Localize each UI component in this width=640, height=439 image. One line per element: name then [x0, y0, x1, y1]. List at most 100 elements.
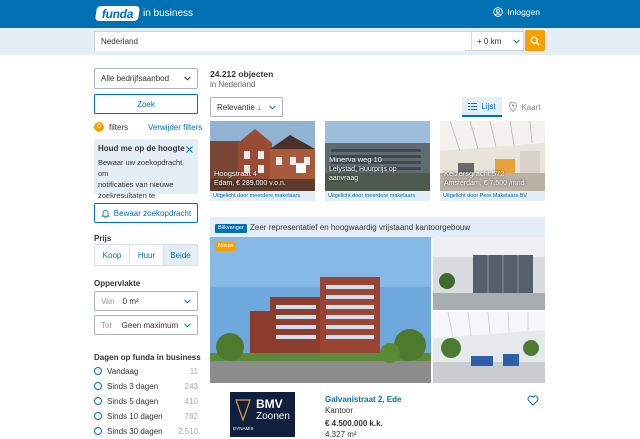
radio-sinds-5-dagen[interactable]: [94, 397, 102, 405]
card-subtitle: Edam, € 289.000 v.o.n.: [214, 180, 286, 187]
area-to-select[interactable]: Tot Geen maximum: [94, 315, 198, 335]
radius-select[interactable]: + 0 km: [471, 31, 525, 51]
sort-value: Relevantie ↓: [217, 102, 262, 112]
days-option-label: Sinds 10 dagen: [107, 412, 163, 421]
map-pin-icon: [509, 102, 518, 112]
area-from-label: Van: [101, 296, 115, 306]
days-option-label: Vandaag: [107, 367, 139, 376]
featured-photo-3[interactable]: [433, 312, 545, 383]
view-map-label: Kaart: [521, 102, 541, 112]
broker-emblem-icon: [235, 399, 251, 422]
offer-type-select[interactable]: Alle bedrijfsaanbod: [94, 68, 198, 89]
view-list-tab[interactable]: Lijst: [462, 97, 502, 117]
zoek-button[interactable]: Zoek: [94, 94, 198, 114]
featured-title[interactable]: Zeer representatief en hoogwaardig vrijs…: [250, 223, 470, 232]
radio-vandaag[interactable]: [94, 367, 102, 375]
login-label: Inloggen: [507, 7, 540, 17]
card-text: Keizersgracht 572 Amsterdam, € 7.500 /mn…: [444, 169, 525, 188]
save-search-button[interactable]: Bewaar zoekopdracht: [94, 203, 198, 223]
new-badge: Nieuw: [215, 242, 237, 251]
radio-sinds-3-dagen[interactable]: [94, 382, 102, 390]
area-from-value: 0 m²: [122, 296, 139, 306]
card-caption: Uitgelicht door meerdere makelaars: [325, 191, 430, 201]
list-icon: [468, 102, 478, 110]
card-title: Minerva weg 10: [329, 155, 382, 164]
search-alert-panel: Houd me op de hoogte Bewaar uw zoekopdra…: [94, 139, 198, 211]
radio-sinds-10-dagen[interactable]: [94, 412, 102, 420]
card-text: Hoogstraat 4 Edam, € 289.000 v.o.n.: [214, 169, 286, 188]
area-from-select[interactable]: Van 0 m²: [94, 291, 198, 311]
search-button[interactable]: [525, 30, 545, 51]
featured-type: Kantoor: [325, 406, 354, 415]
price-label: Prijs: [94, 234, 112, 243]
broker-logo-line-3: DYNAMIS: [233, 426, 254, 431]
offer-type-value: Alle bedrijfsaanbod: [101, 74, 170, 83]
clear-filters-link[interactable]: Verwijder filters: [148, 123, 202, 132]
bell-icon: [100, 209, 110, 218]
featured-main-photo[interactable]: [210, 237, 431, 383]
card-subtitle: aanvraag: [329, 175, 359, 182]
days-option-count: 243: [184, 382, 198, 391]
chevron-down-icon: [513, 38, 520, 44]
days-option-count: 782: [184, 412, 198, 421]
sort-select[interactable]: Relevantie ↓: [210, 97, 283, 117]
days-label: Dagen op funda in business: [94, 353, 201, 362]
card-title: Hoogstraat 4: [214, 169, 257, 178]
broker-logo-line-2: Zoonen: [256, 411, 290, 422]
card-caption: Uitgelicht door Pere Makelaars BV: [440, 191, 545, 201]
broker-logo-line-1: BMV: [256, 397, 283, 411]
user-icon: [493, 7, 504, 17]
search-box: [94, 31, 524, 51]
brand-subtitle: in business: [143, 8, 194, 19]
results-location: in Nederland: [210, 80, 256, 89]
save-search-label: Bewaar zoekopdracht: [113, 208, 192, 218]
area-label: Oppervlakte: [94, 279, 141, 288]
heart-icon[interactable]: [527, 395, 539, 406]
area-to-label: Tot: [101, 320, 112, 330]
days-option-count: 2.510: [177, 427, 198, 436]
blikvanger-badge: Blikvanger: [215, 224, 247, 233]
chevron-down-icon: [184, 322, 191, 328]
view-map-tab[interactable]: Kaart: [505, 97, 545, 117]
days-option-label: Sinds 5 dagen: [107, 397, 159, 406]
filters-label: filters: [109, 123, 129, 132]
card-title: Keizersgracht 572: [444, 169, 505, 178]
search-icon: [530, 36, 540, 45]
results-count: 24.212 objecten: [210, 69, 274, 79]
alert-text-line-1: Bewaar uw zoekopdracht om: [98, 158, 183, 178]
card-subtitle: Lelystad, Huurprijs op: [329, 166, 397, 173]
funda-logo[interactable]: funda: [94, 6, 141, 21]
login-link[interactable]: Inloggen: [493, 7, 540, 17]
alert-text-line-2: notificaties van nieuwe: [98, 180, 174, 189]
featured-price: € 4.500.000 k.k.: [325, 419, 383, 428]
days-option-label: Sinds 3 dagen: [107, 382, 159, 391]
days-option-count: 11: [189, 367, 198, 376]
radio-sinds-30-dagen[interactable]: [94, 427, 102, 435]
featured-photo-2[interactable]: [433, 237, 545, 310]
logo-text: funda: [102, 6, 134, 21]
view-list-label: Lijst: [481, 101, 496, 111]
chevron-down-icon: [269, 104, 276, 110]
chevron-down-icon: [184, 76, 191, 81]
price-option-beide[interactable]: Beide: [163, 244, 198, 266]
days-option-count: 410: [184, 397, 198, 406]
card-subtitle: Amsterdam, € 7.500 /mnd: [444, 180, 525, 187]
promoted-card[interactable]: Minerva weg 10 Lelystad, Huurprijs op aa…: [325, 121, 430, 201]
chevron-down-icon: [184, 298, 191, 304]
zoek-label: Zoek: [137, 99, 155, 109]
broker-logo: BMV Zoonen DYNAMIS: [230, 392, 295, 437]
filter-count-badge: 0: [94, 122, 104, 132]
price-option-huur[interactable]: Huur: [129, 244, 163, 266]
close-icon[interactable]: [186, 146, 193, 153]
card-caption: Uitgelicht door meerdere makelaars: [210, 191, 315, 201]
alert-title: Houd me op de hoogte: [98, 144, 185, 153]
search-input[interactable]: [95, 32, 465, 51]
promoted-card[interactable]: Keizersgracht 572 Amsterdam, € 7.500 /mn…: [440, 121, 545, 201]
promoted-card[interactable]: Hoogstraat 4 Edam, € 289.000 v.o.n. Uitg…: [210, 121, 315, 201]
days-option-label: Sinds 30 dagen: [107, 427, 163, 436]
card-text: Minerva weg 10 Lelystad, Huurprijs op aa…: [329, 155, 397, 183]
radius-value: + 0 km: [477, 36, 502, 46]
area-to-value: Geen maximum: [121, 320, 179, 330]
price-option-koop[interactable]: Koop: [94, 244, 129, 266]
featured-address[interactable]: Galvanistraat 2, Ede: [325, 395, 401, 404]
